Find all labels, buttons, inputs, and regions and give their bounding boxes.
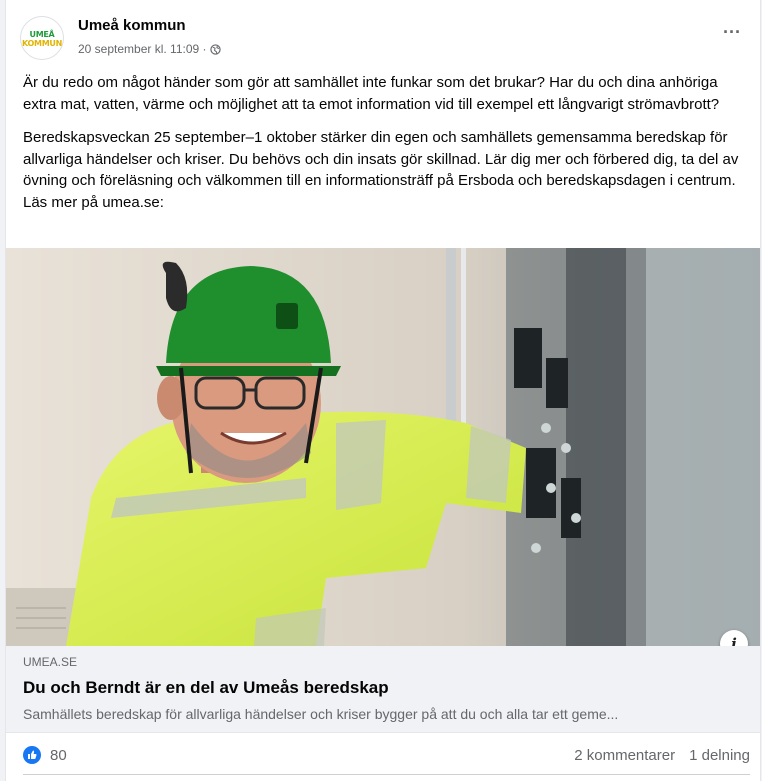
stats-right: 2 kommentarer 1 delning [574,747,750,764]
divider [23,774,750,775]
post-timestamp[interactable]: 20 september kl. 11:09 · [78,42,207,56]
avatar-line-2: KOMMUN [22,39,62,48]
link-title[interactable]: Du och Berndt är en del av Umeås beredsk… [23,678,389,698]
like-count[interactable]: 80 [50,747,67,764]
link-description: Samhällets beredskap för allvarliga händ… [23,706,619,722]
post-meta: 20 september kl. 11:09 · [78,42,221,56]
page-avatar[interactable]: UMEÅ KOMMUN [20,16,64,60]
post-card: UMEÅ KOMMUN Umeå kommun 20 september kl.… [5,0,761,781]
thumbs-up-icon [28,750,37,759]
shares-count[interactable]: 1 delning [689,747,750,764]
globe-icon [209,43,221,55]
like-icon[interactable] [23,746,41,764]
post-paragraph: Är du redo om något händer som gör att s… [23,74,720,113]
post-body: Är du redo om något händer som gör att s… [23,72,753,225]
post-photo[interactable] [6,248,760,646]
engagement-bar: 80 2 kommentarer 1 delning [6,732,760,777]
post-header: UMEÅ KOMMUN Umeå kommun 20 september kl.… [6,0,760,68]
avatar-line-1: UMEÅ [29,30,55,39]
comments-count[interactable]: 2 kommentarer [574,747,675,764]
post-paragraph: Beredskapsveckan 25 september–1 oktober … [23,129,739,211]
more-options-button[interactable]: ··· [714,22,750,52]
link-preview[interactable]: UMEA.SE Du och Berndt är en del av Umeås… [6,646,760,733]
link-domain: UMEA.SE [23,655,78,669]
page-name-link[interactable]: Umeå kommun [78,17,186,34]
worker-photo-illustration [6,248,760,646]
